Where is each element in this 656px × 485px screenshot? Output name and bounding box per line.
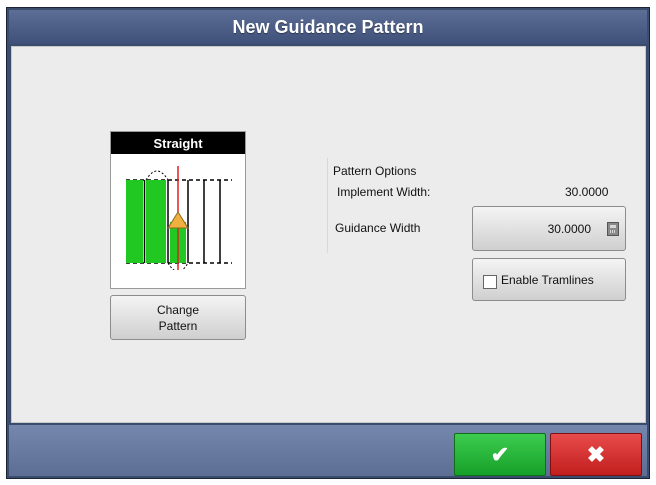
implement-width-label: Implement Width:	[337, 185, 431, 199]
dialog-title: New Guidance Pattern	[9, 10, 647, 44]
pattern-options-heading: Pattern Options	[333, 164, 417, 178]
close-icon: ✖	[586, 441, 606, 467]
checkmark-icon: ✔	[490, 441, 510, 467]
guidance-width-field[interactable]: 30.0000	[472, 206, 626, 251]
straight-pattern-icon	[126, 166, 232, 270]
cancel-button[interactable]: ✖	[550, 433, 642, 476]
ok-button[interactable]: ✔	[454, 433, 546, 476]
change-pattern-button[interactable]: Change Pattern	[110, 295, 246, 340]
change-pattern-label-line1: Change	[156, 302, 200, 317]
tramlines-label: Enable Tramlines	[501, 272, 594, 287]
implement-width-value: 30.0000	[565, 185, 609, 199]
pattern-name: Straight	[111, 132, 245, 154]
guidance-width-value: 30.0000	[547, 221, 591, 236]
pattern-preview-card: Straight	[110, 131, 246, 289]
change-pattern-label-line2: Pattern	[158, 318, 198, 333]
calculator-icon	[607, 222, 619, 236]
enable-tramlines-toggle[interactable]: Enable Tramlines	[472, 258, 626, 301]
guidance-width-label: Guidance Width	[335, 221, 421, 235]
options-divider	[327, 158, 328, 253]
tramlines-checkbox[interactable]	[483, 274, 497, 289]
